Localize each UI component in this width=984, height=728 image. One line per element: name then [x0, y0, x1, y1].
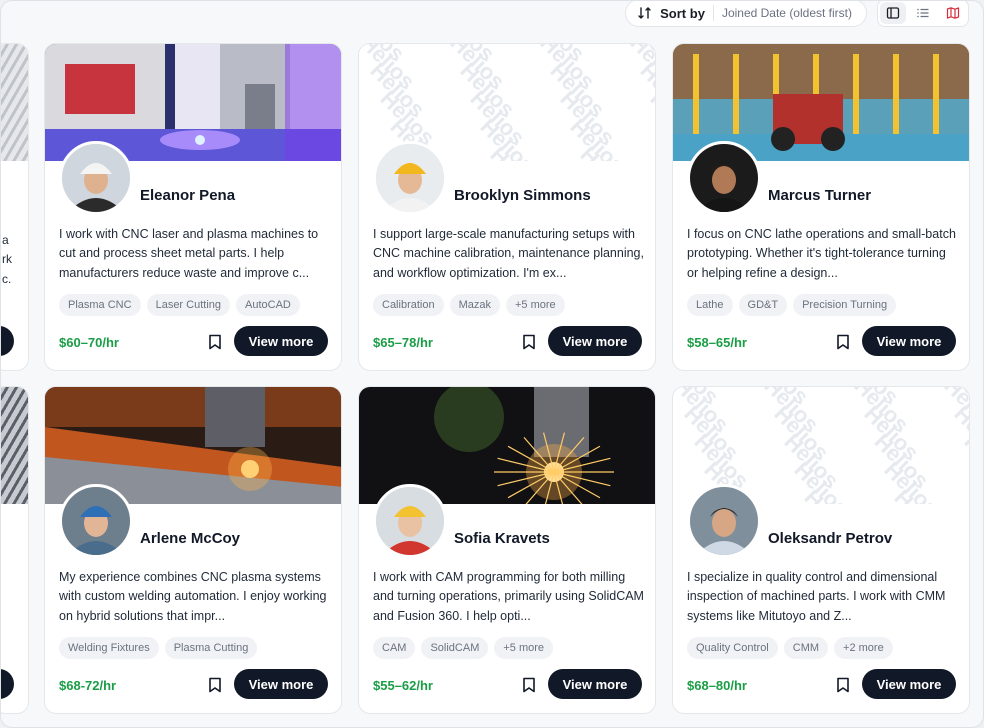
toolbar: Sort by Joined Date (oldest first) [625, 1, 969, 27]
profile-name[interactable]: Oleksandr Petrov [768, 530, 892, 547]
skill-tag: Plasma Cutting [164, 637, 258, 659]
partial-card-cover [1, 387, 28, 504]
bookmark-icon [209, 677, 221, 693]
skill-tags: Quality Control CMM +2 more [687, 637, 893, 659]
skill-tag: +2 more [834, 637, 893, 659]
partial-card: a rk c. [1, 43, 29, 371]
hourly-rate: $60–70/hr [59, 335, 119, 350]
avatar[interactable] [373, 141, 447, 215]
view-more-button[interactable]: View more [234, 326, 328, 356]
profile-card: Helios Helios Helios Helios Helios Helios Heli… [672, 386, 970, 714]
hourly-rate: $58–65/hr [687, 335, 747, 350]
skill-tag: Precision Turning [793, 294, 897, 316]
skill-tag: Mazak [449, 294, 500, 316]
sort-divider [712, 5, 714, 21]
skill-tag: Welding Fixtures [59, 637, 159, 659]
skill-tag: Plasma CNC [59, 294, 141, 316]
bookmark-icon [209, 334, 221, 350]
profile-card: Arlene McCoy My experience combines CNC … [44, 386, 342, 714]
skill-tag: SolidCAM [421, 637, 489, 659]
skill-tags: Calibration Mazak +5 more [373, 294, 565, 316]
sort-label: Sort by [660, 5, 705, 21]
profile-bio: I support large-scale manufacturing setu… [373, 227, 644, 280]
bookmark-icon [837, 677, 849, 693]
skill-tags: CAM SolidCAM +5 more [373, 637, 554, 659]
skill-tags: Welding Fixtures Plasma Cutting [59, 637, 258, 659]
skill-tag: GD&T [738, 294, 788, 316]
skill-tag: Lathe [687, 294, 733, 316]
skill-tag: +5 more [494, 637, 554, 659]
bookmark-button[interactable] [522, 334, 536, 350]
profile-card: Helios Helios Helios Helios Helios Helios Heli… [358, 43, 656, 371]
skill-tag: Quality Control [687, 637, 778, 659]
profile-bio: I work with CAM programming for both mil… [373, 570, 644, 623]
skill-tag: CAM [373, 637, 416, 659]
view-more-button[interactable]: View more [548, 669, 642, 699]
bookmark-icon [523, 677, 535, 693]
map-view-icon [946, 7, 960, 19]
sort-dropdown[interactable]: Sort by Joined Date (oldest first) [625, 1, 867, 27]
hourly-rate: $55–62/hr [373, 678, 433, 693]
bookmark-button[interactable] [836, 677, 850, 693]
view-toggle [877, 1, 969, 27]
profile-card: Marcus Turner I focus on CNC lathe opera… [672, 43, 970, 371]
profile-card: Eleanor Pena I work with CNC laser and p… [44, 43, 342, 371]
profile-name[interactable]: Arlene McCoy [140, 530, 240, 547]
map-view-button[interactable] [940, 2, 966, 24]
partial-card [1, 386, 29, 714]
avatar[interactable] [59, 141, 133, 215]
sort-icon [638, 7, 651, 19]
list-view-button[interactable] [910, 2, 936, 24]
view-more-button[interactable]: View more [548, 326, 642, 356]
profile-name[interactable]: Marcus Turner [768, 187, 871, 204]
hourly-rate: $68-72/hr [59, 678, 117, 693]
skill-tags: Lathe GD&T Precision Turning [687, 294, 897, 316]
bookmark-button[interactable] [522, 677, 536, 693]
bookmark-icon [523, 334, 535, 350]
partial-view-more-button[interactable] [1, 669, 14, 699]
skill-tag: Laser Cutting [146, 294, 231, 316]
avatar[interactable] [373, 484, 447, 558]
sort-value: Joined Date (oldest first) [721, 6, 852, 20]
bookmark-button[interactable] [208, 334, 222, 350]
avatar[interactable] [687, 141, 761, 215]
profile-bio: I focus on CNC lathe operations and smal… [687, 227, 956, 280]
partial-card-bio: a rk c. [2, 233, 12, 286]
avatar[interactable] [687, 484, 761, 558]
partial-view-more-button[interactable] [1, 326, 14, 356]
card-view-button[interactable] [880, 2, 906, 24]
skill-tag: AutoCAD [236, 294, 300, 316]
list-view-icon [917, 8, 929, 18]
partial-card-cover [1, 44, 28, 161]
profile-card: Sofia Kravets I work with CAM programmin… [358, 386, 656, 714]
view-more-button[interactable]: View more [862, 326, 956, 356]
view-more-button[interactable]: View more [862, 669, 956, 699]
skill-tags: Plasma CNC Laser Cutting AutoCAD [59, 294, 300, 316]
hourly-rate: $68–80/hr [687, 678, 747, 693]
profile-name[interactable]: Sofia Kravets [454, 530, 550, 547]
profile-bio: I specialize in quality control and dime… [687, 570, 946, 623]
avatar[interactable] [59, 484, 133, 558]
view-more-button[interactable]: View more [234, 669, 328, 699]
bookmark-button[interactable] [836, 334, 850, 350]
bookmark-button[interactable] [208, 677, 222, 693]
profile-name[interactable]: Eleanor Pena [140, 187, 235, 204]
skill-tag: +5 more [506, 294, 565, 316]
profile-name[interactable]: Brooklyn Simmons [454, 187, 591, 204]
skill-tag: CMM [783, 637, 829, 659]
bookmark-icon [837, 334, 849, 350]
profile-bio: I work with CNC laser and plasma machine… [59, 227, 319, 280]
skill-tag: Calibration [373, 294, 444, 316]
card-view-icon [886, 7, 900, 19]
listing-frame: Sort by Joined Date (oldest first) a rk … [0, 0, 984, 728]
profile-bio: My experience combines CNC plasma system… [59, 570, 327, 623]
hourly-rate: $65–78/hr [373, 335, 433, 350]
